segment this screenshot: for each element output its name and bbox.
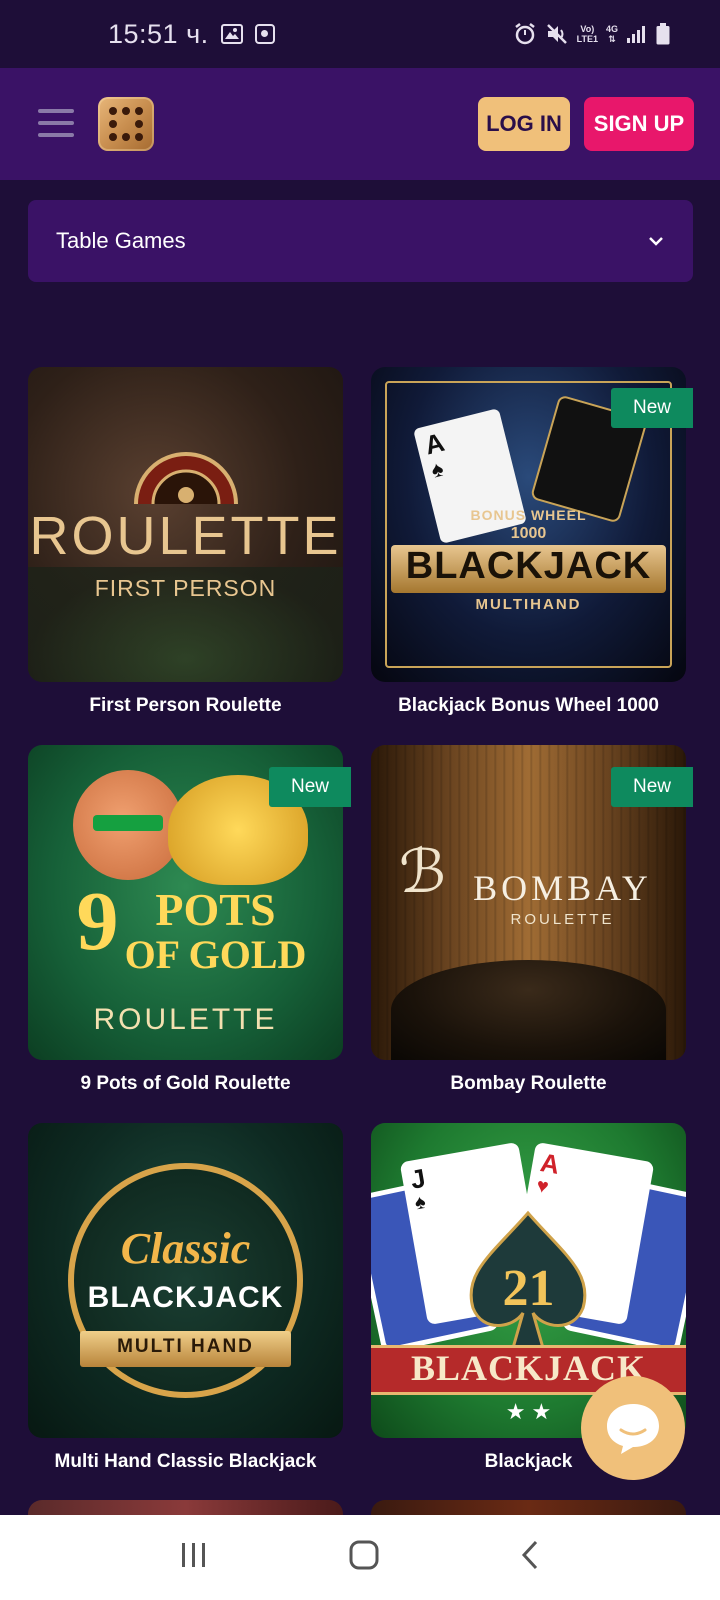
game-art-title: BLACKJACK <box>405 545 652 587</box>
hamburger-menu-icon[interactable] <box>38 109 74 137</box>
recent-apps-icon[interactable] <box>179 1541 209 1574</box>
game-art-title: BLACKJACK <box>87 1281 284 1314</box>
game-title[interactable]: 9 Pots of Gold Roulette <box>28 1073 343 1095</box>
game-tile-first-person-roulette[interactable]: ROULETTE FIRST PERSON <box>28 367 343 682</box>
new-badge: New <box>611 767 693 807</box>
alarm-icon <box>514 23 535 45</box>
status-bar: 15:51 ч. Vo) LTE1 4G ⇅ <box>0 0 720 68</box>
game-art-subtitle: ROULETTE <box>93 1003 278 1036</box>
dice-logo[interactable] <box>98 97 154 151</box>
game-title[interactable]: Multi Hand Classic Blackjack <box>28 1451 343 1473</box>
game-art-1000: 1000 <box>510 525 547 542</box>
roulette-wheel-icon <box>134 452 238 504</box>
gallery-icon <box>220 24 243 44</box>
category-select[interactable]: Table Games <box>28 200 693 282</box>
data-arrows-icon: ⇅ <box>608 34 616 44</box>
game-title[interactable]: First Person Roulette <box>28 695 343 717</box>
game-title[interactable]: Bombay Roulette <box>371 1073 686 1095</box>
android-nav-bar <box>0 1515 720 1600</box>
signup-button[interactable]: SIGN UP <box>584 97 694 151</box>
volte-indicator: Vo) LTE1 <box>577 24 598 44</box>
volte-label: Vo) <box>580 24 595 34</box>
lte-label: LTE1 <box>576 34 598 44</box>
game-art-bonus-wheel: BONUS WHEEL <box>470 507 587 523</box>
game-art-subtitle: FIRST PERSON <box>94 575 277 601</box>
login-button[interactable]: LOG IN <box>478 97 570 151</box>
network-indicator: 4G ⇅ <box>606 24 618 44</box>
game-art-title: BOMBAY <box>473 868 652 908</box>
new-badge: New <box>611 388 693 428</box>
mute-icon <box>546 24 567 44</box>
live-chat-button[interactable] <box>581 1376 685 1480</box>
game-art-subtitle: ROULETTE <box>510 911 615 928</box>
roulette-wheel-image <box>391 960 666 1060</box>
screen-record-icon <box>254 24 275 44</box>
site-header: LOG IN SIGN UP <box>0 68 720 180</box>
home-icon[interactable] <box>348 1539 380 1576</box>
new-badge: New <box>269 767 351 807</box>
chevron-down-icon <box>649 237 663 246</box>
game-title[interactable]: Blackjack Bonus Wheel 1000 <box>371 695 686 717</box>
back-icon[interactable] <box>519 1539 541 1576</box>
chat-bubble-icon <box>607 1404 659 1454</box>
status-time: 15:51 ч. <box>108 18 209 49</box>
battery-icon <box>656 23 670 45</box>
leprechaun-image <box>73 770 183 880</box>
game-art-title: ROULETTE <box>29 506 342 566</box>
signal-icon <box>627 26 645 43</box>
game-art-number: 21 <box>502 1260 555 1317</box>
game-art-classic: Classic <box>120 1224 251 1273</box>
game-art-subtitle: MULTIHAND <box>475 596 582 613</box>
game-tile-multi-hand-classic-blackjack[interactable]: Classic BLACKJACK MULTI HAND <box>28 1123 343 1438</box>
game-art-of-gold: OF GOLD <box>124 932 307 977</box>
game-art-subtitle: MULTI HAND <box>117 1336 254 1357</box>
game-art-pots: POTS <box>155 884 276 935</box>
category-selected-label: Table Games <box>56 228 186 253</box>
network-label: 4G <box>605 24 618 34</box>
